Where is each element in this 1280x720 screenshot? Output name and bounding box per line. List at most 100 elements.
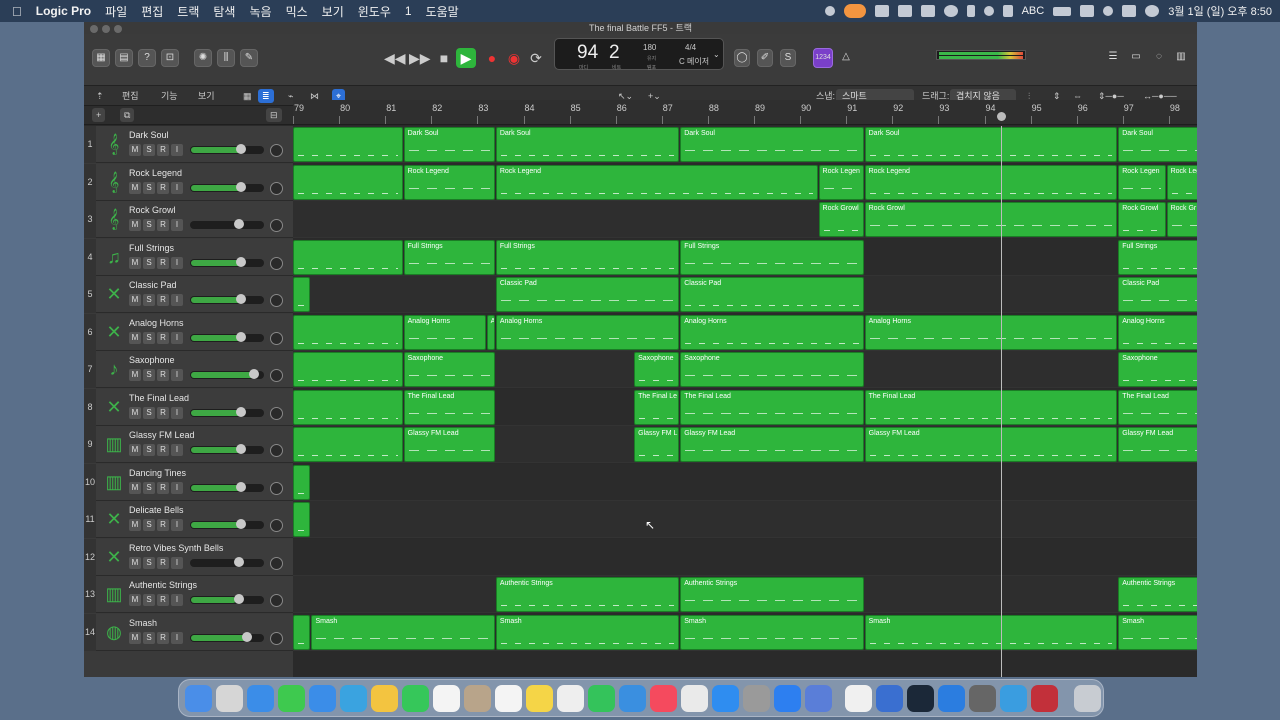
midi-region[interactable] <box>293 389 403 425</box>
solo-button[interactable]: S <box>143 219 155 231</box>
track-name[interactable]: Retro Vibes Synth Bells <box>129 543 223 553</box>
preview-icon[interactable] <box>876 685 903 712</box>
volume-fader[interactable] <box>190 219 264 229</box>
solo-button[interactable]: S <box>143 594 155 606</box>
messages-icon[interactable] <box>278 685 305 712</box>
track-header[interactable]: 13 ▥ Authentic Strings M S R I <box>84 576 293 613</box>
midi-region[interactable]: Full Strings <box>1118 239 1197 275</box>
app-store-icon[interactable] <box>712 685 739 712</box>
track-header[interactable]: 5 ✕ Classic Pad M S R I <box>84 276 293 313</box>
record-enable-button[interactable]: R <box>157 369 169 381</box>
input-monitor-button[interactable]: I <box>171 144 183 156</box>
menu-window[interactable]: 윈도우 <box>358 3 391 20</box>
browser-icon[interactable]: ▥ <box>1172 49 1190 67</box>
menu-mix[interactable]: 믹스 <box>286 3 308 20</box>
minimize-button[interactable] <box>102 25 110 33</box>
capture-record-button[interactable]: ◉ <box>504 48 524 68</box>
volume-fader[interactable] <box>190 631 264 642</box>
midi-region[interactable]: Full Strings <box>495 239 680 275</box>
solo-button[interactable]: S <box>143 444 155 456</box>
track-header[interactable]: 7 ♪ Saxophone M S R I <box>84 351 293 388</box>
calendar-icon[interactable] <box>433 685 460 712</box>
trash-icon[interactable] <box>1074 685 1101 712</box>
record-enable-button[interactable]: R <box>157 144 169 156</box>
photos-icon[interactable] <box>371 685 398 712</box>
midi-region[interactable]: Analog Horns <box>680 314 864 350</box>
solo-button[interactable]: S <box>143 481 155 494</box>
midi-region[interactable]: Classic Pad <box>680 277 864 312</box>
lcd-key[interactable]: C 메이저 <box>679 56 709 67</box>
midi-region[interactable] <box>293 427 403 462</box>
midi-region[interactable]: Rock Legend <box>403 164 495 200</box>
pan-knob[interactable] <box>270 481 283 495</box>
menu-file[interactable]: 파일 <box>105 3 127 20</box>
chevron-down-icon[interactable]: ⌄ <box>713 50 720 59</box>
record-enable-button[interactable]: R <box>157 631 169 644</box>
zoom-icon[interactable] <box>774 685 801 712</box>
screenshot-icon[interactable] <box>681 685 708 712</box>
fader-knob[interactable] <box>236 331 247 342</box>
fader-knob[interactable] <box>236 181 247 192</box>
finder-icon[interactable] <box>185 685 212 712</box>
numbers-icon[interactable] <box>588 685 615 712</box>
midi-region[interactable]: Glassy FM Lead <box>1118 427 1197 462</box>
track-lane[interactable]: Smash Smash Smash Smash Smash <box>293 613 1197 651</box>
midi-region[interactable]: The Final Lead <box>1118 389 1197 425</box>
zoom-button[interactable] <box>114 25 122 33</box>
mixer-icon[interactable]: ⫼ <box>217 49 235 67</box>
record-enable-button[interactable]: R <box>157 519 169 531</box>
global-tracks-icon[interactable]: ⊟ <box>266 108 282 122</box>
duplicate-track-icon[interactable]: ⧉ <box>120 108 135 122</box>
synth-icon[interactable]: ✕ <box>102 395 126 419</box>
mute-button[interactable]: M <box>129 444 141 456</box>
final-cut-icon[interactable] <box>845 685 872 712</box>
midi-region[interactable] <box>293 239 403 275</box>
track-lane[interactable]: Saxophone Saxophone Saxophone Saxophone <box>293 351 1197 388</box>
status-icon[interactable] <box>824 6 835 16</box>
track-name[interactable]: Glassy FM Lead <box>129 430 195 440</box>
volume-fader[interactable] <box>190 256 264 267</box>
synth-icon[interactable]: ✕ <box>102 507 126 531</box>
fader-knob[interactable] <box>234 594 244 604</box>
volume-fader[interactable] <box>190 181 264 192</box>
midi-region[interactable]: Analog Horns <box>495 314 680 350</box>
fader-knob[interactable] <box>236 444 247 454</box>
siri-icon[interactable] <box>1145 5 1160 17</box>
lcd-display[interactable]: 94 2 마디 비트 180 유지 템포 4/4 C 메이저 ⌄ <box>554 38 724 71</box>
track-header[interactable]: 14 ◍ Smash M S R I <box>84 613 293 651</box>
playhead-handle[interactable] <box>996 112 1006 121</box>
input-monitor-button[interactable]: I <box>171 519 183 531</box>
mute-button[interactable]: M <box>129 631 141 644</box>
midi-region[interactable]: The Final Le <box>634 389 680 425</box>
mute-button[interactable]: M <box>129 519 141 531</box>
midi-region[interactable] <box>293 127 403 162</box>
input-monitor-button[interactable]: I <box>171 181 183 194</box>
smart-controls-icon[interactable]: ✺ <box>194 49 212 67</box>
midi-region[interactable]: Saxophone <box>680 352 864 387</box>
track-lane[interactable]: Glassy FM Lead Glassy FM L Glassy FM Lead G… <box>293 426 1197 463</box>
lcd-tempo[interactable]: 180 <box>643 43 656 52</box>
menu-help[interactable]: 도움말 <box>426 3 459 20</box>
midi-region[interactable]: Rock Legend <box>864 164 1118 200</box>
freeform-icon[interactable] <box>557 685 584 712</box>
midi-region[interactable]: Glassy FM Lead <box>403 427 495 462</box>
volume-fader[interactable] <box>190 406 264 417</box>
mute-button[interactable]: M <box>129 594 141 606</box>
steam-icon[interactable] <box>907 685 934 712</box>
track-header[interactable]: 8 ✕ The Final Lead M S R I <box>84 388 293 426</box>
solo-icon[interactable]: S <box>780 49 796 67</box>
help-icon[interactable]: ? <box>138 49 156 67</box>
menu-edit[interactable]: 편집 <box>141 3 163 20</box>
fader-knob[interactable] <box>234 219 244 229</box>
midi-region[interactable] <box>293 164 403 200</box>
midi-region[interactable]: Full Strings <box>403 239 495 275</box>
midi-region[interactable]: Smash <box>495 614 680 650</box>
track-lane[interactable]: Rock Growl Rock Growl Rock Growl Rock Gr <box>293 201 1197 238</box>
record-enable-button[interactable]: R <box>157 556 169 569</box>
synth-icon[interactable]: ✕ <box>102 545 126 569</box>
midi-region[interactable]: Rock Legen <box>1118 164 1166 200</box>
volume-fader[interactable] <box>190 331 264 342</box>
pan-knob[interactable] <box>270 256 283 270</box>
record-enable-button[interactable]: R <box>157 256 169 269</box>
microphone-icon[interactable] <box>843 4 866 18</box>
